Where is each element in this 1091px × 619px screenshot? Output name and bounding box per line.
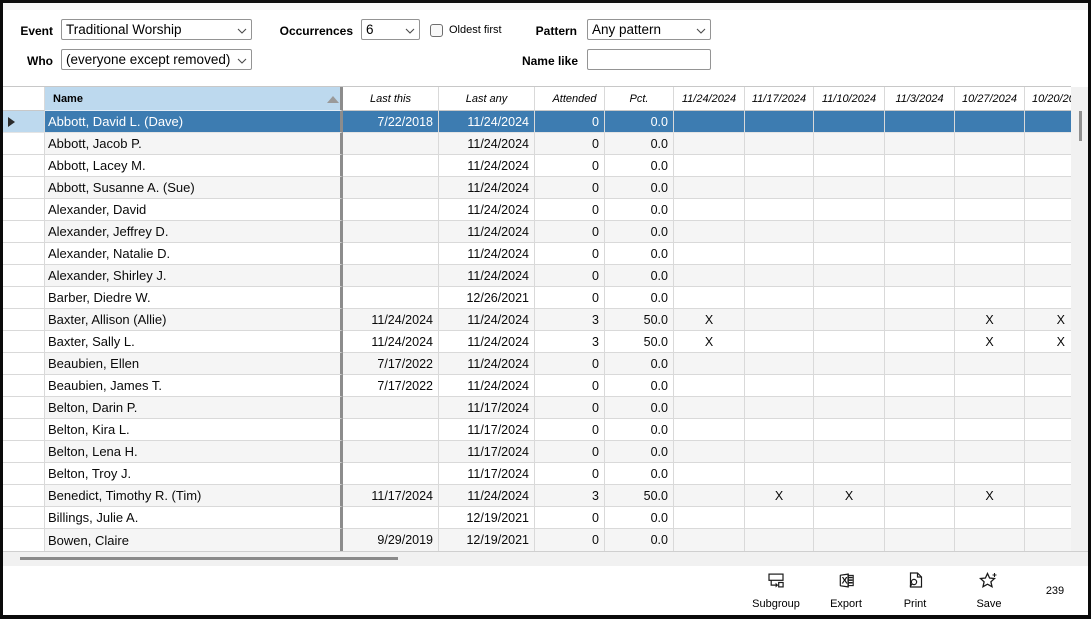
svg-text:X: X <box>842 576 848 586</box>
